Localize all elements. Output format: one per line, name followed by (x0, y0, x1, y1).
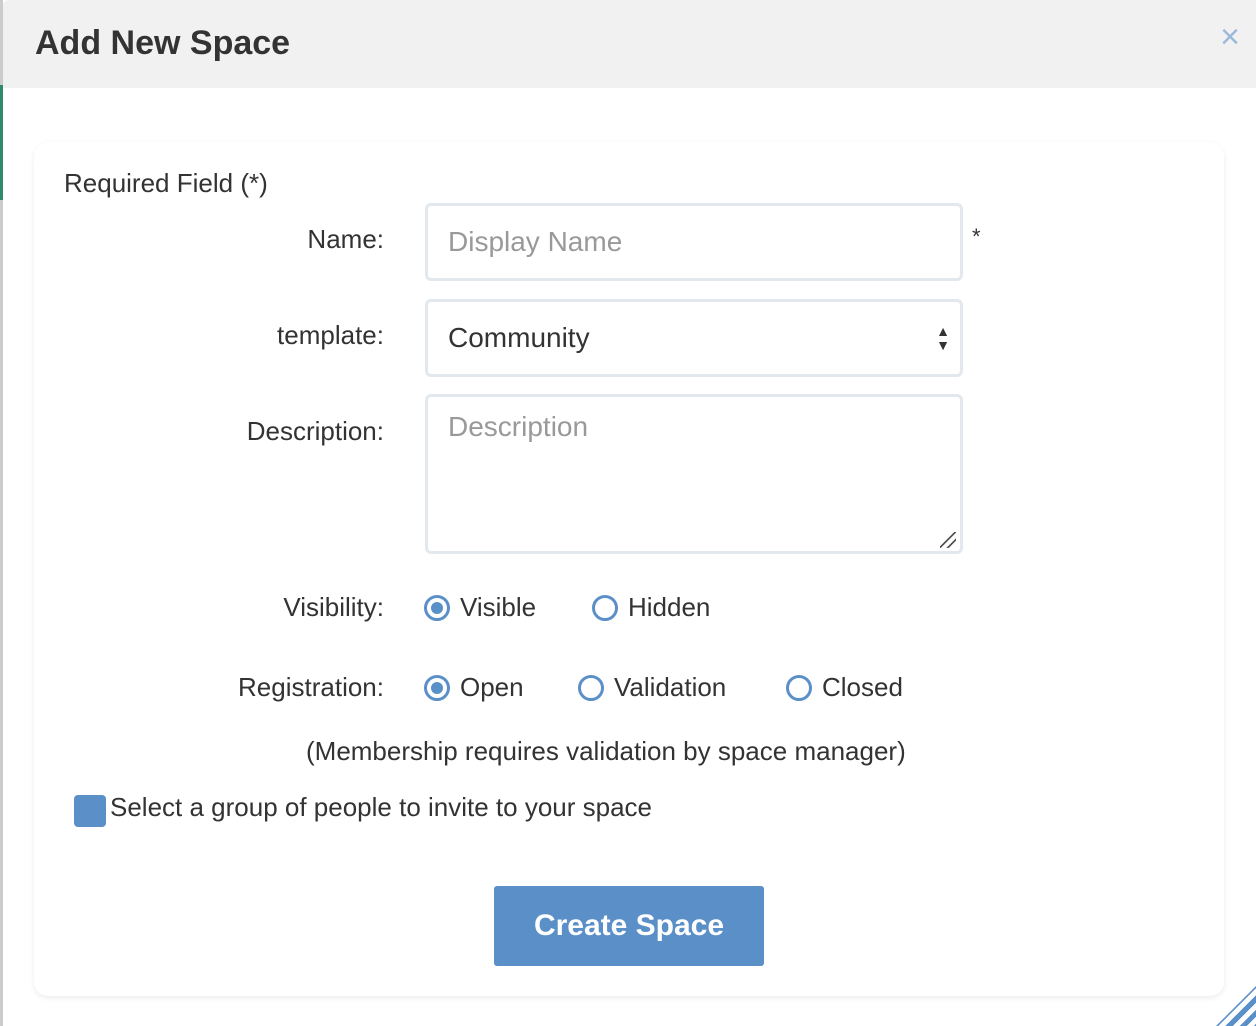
radio-validation[interactable]: Validation (578, 672, 726, 703)
radio-label: Closed (822, 672, 903, 702)
visibility-label: Visibility: (283, 592, 384, 622)
description-placeholder: Description (448, 411, 589, 442)
radio-checked-icon (424, 674, 450, 701)
dialog-resize-grip-icon[interactable] (1216, 986, 1256, 1026)
select-arrows-icon: ▲ ▼ (936, 323, 950, 353)
template-select[interactable]: Community ▲ ▼ (425, 299, 963, 377)
name-label: Name: (307, 224, 384, 254)
name-input[interactable]: Display Name (425, 203, 963, 281)
radio-unchecked-icon (786, 674, 812, 701)
background-edge-accent (0, 85, 3, 200)
description-label: Description: (246, 416, 384, 446)
template-value: Community (448, 322, 590, 353)
dialog-title: Add New Space (35, 24, 291, 62)
radio-closed[interactable]: Closed (786, 672, 903, 703)
radio-visible[interactable]: Visible (424, 592, 536, 623)
radio-open[interactable]: Open (424, 672, 524, 703)
radio-hidden[interactable]: Hidden (592, 592, 710, 623)
name-placeholder: Display Name (448, 226, 623, 257)
invite-checkbox-label[interactable]: Select a group of people to invite to yo… (110, 792, 652, 823)
radio-label: Open (460, 672, 524, 702)
radio-unchecked-icon (592, 594, 618, 621)
create-space-button[interactable]: Create Space (494, 886, 764, 966)
template-label: template: (277, 320, 384, 350)
close-icon[interactable]: × (1220, 20, 1240, 54)
registration-note: (Membership requires validation by space… (306, 736, 906, 766)
radio-label: Validation (614, 672, 727, 702)
dialog-header: Add New Space × (3, 0, 1256, 88)
registration-label: Registration: (238, 672, 384, 702)
radio-checked-icon (424, 594, 450, 621)
textarea-resize-handle[interactable] (940, 532, 956, 548)
invite-checkbox[interactable] (74, 795, 106, 827)
required-field-note: Required Field (*) (64, 168, 268, 198)
radio-unchecked-icon (578, 674, 604, 701)
description-textarea[interactable]: Description (425, 394, 963, 554)
radio-label: Visible (460, 592, 537, 622)
required-mark: * (972, 224, 981, 249)
radio-label: Hidden (628, 592, 711, 622)
